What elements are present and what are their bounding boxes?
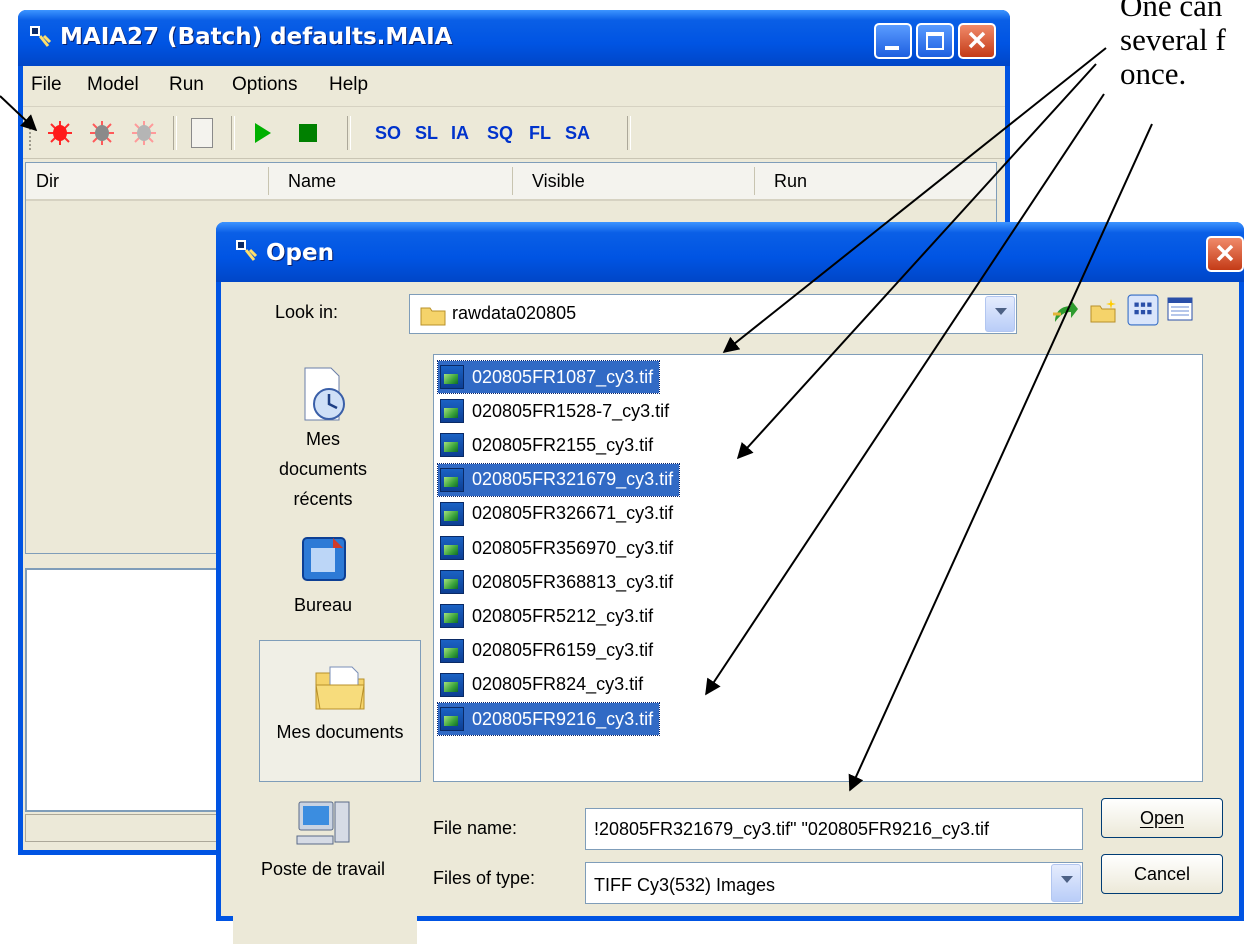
arrow-file-name xyxy=(848,123,1153,792)
arrow-file-2 xyxy=(736,63,1097,460)
arrow-toolbar xyxy=(0,95,38,132)
annotation-arrows xyxy=(0,47,1153,792)
arrow-file-3 xyxy=(705,93,1105,696)
arrow-file-1 xyxy=(722,47,1107,353)
